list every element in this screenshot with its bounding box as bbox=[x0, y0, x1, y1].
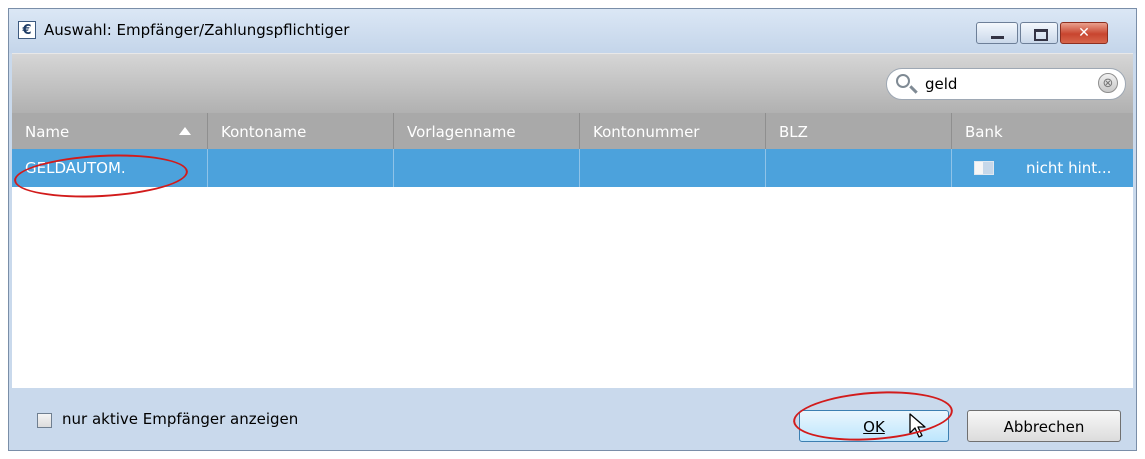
search-input[interactable] bbox=[925, 73, 1075, 95]
active-only-label[interactable]: nur aktive Empfänger anzeigen bbox=[62, 410, 298, 428]
close-button[interactable]: ✕ bbox=[1060, 22, 1108, 44]
ok-button-label: OK bbox=[863, 418, 885, 436]
maximize-button[interactable] bbox=[1020, 22, 1058, 44]
title-bar[interactable]: € Auswahl: Empfänger/Zahlungspflichtiger… bbox=[9, 9, 1136, 53]
bank-name: nicht hint... bbox=[1026, 159, 1112, 177]
cell-bank: nicht hint... bbox=[952, 149, 1133, 187]
column-header-kontonummer[interactable]: Kontonummer bbox=[580, 113, 766, 149]
column-header-label: Name bbox=[25, 123, 70, 141]
minimize-button[interactable] bbox=[976, 22, 1018, 44]
ok-button[interactable]: OK bbox=[799, 410, 949, 442]
toolbar: ⊗ bbox=[12, 53, 1133, 114]
cell-kontonummer bbox=[580, 149, 766, 187]
table-row[interactable]: GELDAUTOM. nicht hint... bbox=[12, 149, 1133, 187]
cell-blz bbox=[766, 149, 952, 187]
search-box[interactable]: ⊗ bbox=[886, 68, 1126, 100]
column-header-kontoname[interactable]: Kontoname bbox=[208, 113, 394, 149]
column-header-blz[interactable]: BLZ bbox=[766, 113, 952, 149]
mouse-pointer-icon bbox=[909, 413, 926, 438]
search-icon bbox=[896, 74, 910, 88]
clear-search-icon[interactable]: ⊗ bbox=[1098, 73, 1118, 93]
dialog-footer: nur aktive Empfänger anzeigen OK Abbrech… bbox=[12, 388, 1133, 448]
cancel-button[interactable]: Abbrechen bbox=[967, 410, 1121, 442]
bank-card-icon bbox=[974, 161, 994, 175]
column-header-bank[interactable]: Bank bbox=[952, 113, 1133, 149]
sort-ascending-icon bbox=[179, 127, 191, 135]
column-header-name[interactable]: Name bbox=[12, 113, 208, 149]
payee-table: Name Kontoname Vorlagenname Kontonummer … bbox=[12, 113, 1133, 389]
cell-vorlagenname bbox=[394, 149, 580, 187]
table-header: Name Kontoname Vorlagenname Kontonummer … bbox=[12, 113, 1133, 149]
cell-name: GELDAUTOM. bbox=[12, 149, 208, 187]
column-header-vorlagenname[interactable]: Vorlagenname bbox=[394, 113, 580, 149]
active-only-checkbox[interactable] bbox=[37, 413, 52, 428]
dialog-window: € Auswahl: Empfänger/Zahlungspflichtiger… bbox=[8, 8, 1137, 451]
euro-icon: € bbox=[18, 21, 36, 39]
cell-kontoname bbox=[208, 149, 394, 187]
window-title: Auswahl: Empfänger/Zahlungspflichtiger bbox=[44, 21, 350, 39]
